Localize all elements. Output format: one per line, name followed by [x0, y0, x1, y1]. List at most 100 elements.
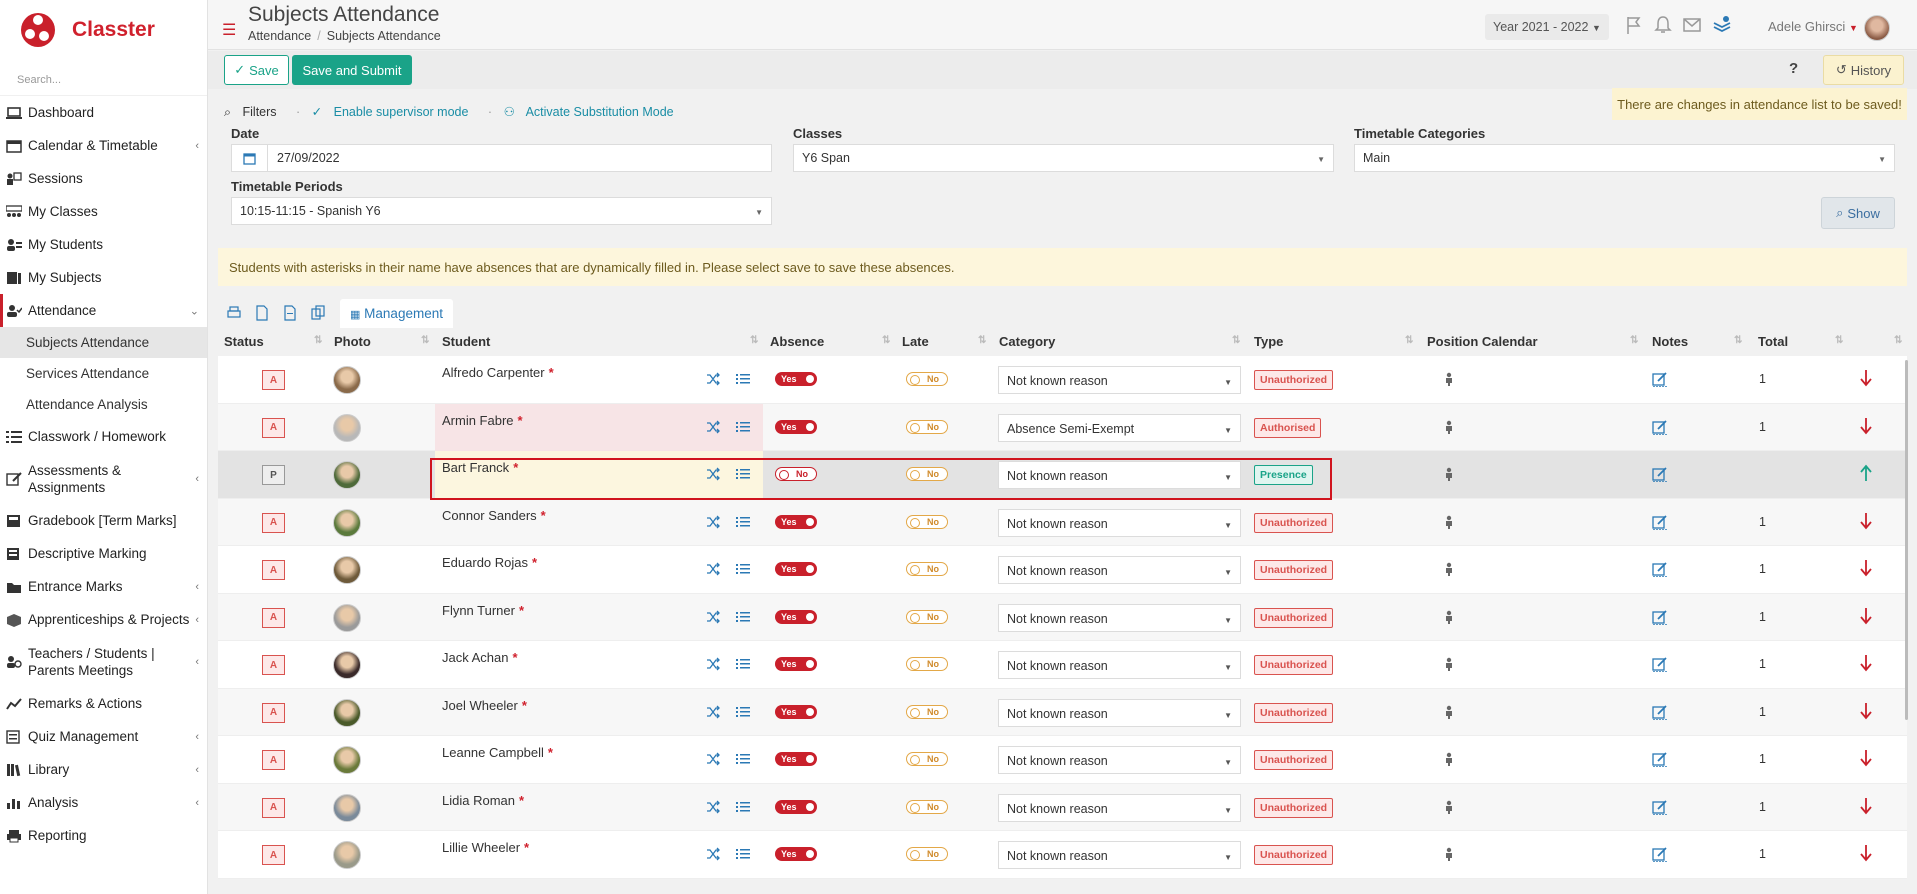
- status-badge[interactable]: A: [262, 560, 285, 580]
- sidebar-item-my-students[interactable]: My Students: [0, 228, 207, 261]
- edit-note-icon[interactable]: [1652, 466, 1668, 482]
- filters-toggle[interactable]: ⌕ Filters: [224, 105, 285, 119]
- list-icon[interactable]: [736, 610, 750, 624]
- shuffle-icon[interactable]: [706, 847, 720, 861]
- sidebar-item-quiz[interactable]: Quiz Management ‹: [0, 720, 207, 753]
- student-name[interactable]: Leanne Campbell: [442, 745, 544, 760]
- table-row[interactable]: A Flynn Turner * Yes No Not known reason ▼ Unau…: [218, 593, 1907, 641]
- edit-note-icon[interactable]: [1652, 561, 1668, 577]
- shuffle-icon[interactable]: [706, 610, 720, 624]
- show-button[interactable]: ⌕ Show: [1821, 197, 1895, 229]
- sidebar-item-sessions[interactable]: Sessions: [0, 162, 207, 195]
- category-select[interactable]: Not known reason ▼: [998, 366, 1241, 394]
- breadcrumb-attendance[interactable]: Attendance: [248, 29, 311, 43]
- col-position-calendar[interactable]: Position Calendar: [1427, 334, 1538, 349]
- status-badge[interactable]: P: [262, 465, 285, 485]
- late-toggle[interactable]: No: [906, 372, 948, 386]
- table-row[interactable]: A Connor Sanders * Yes No Not known reason ▼ Un…: [218, 498, 1907, 546]
- edit-note-icon[interactable]: [1652, 704, 1668, 720]
- print-icon[interactable]: [226, 305, 242, 321]
- arrow-down-icon[interactable]: [1859, 417, 1873, 435]
- category-select[interactable]: Not known reason ▼: [998, 556, 1241, 584]
- status-badge[interactable]: A: [262, 845, 285, 865]
- arrow-down-icon[interactable]: [1859, 607, 1873, 625]
- absence-toggle[interactable]: Yes: [775, 514, 817, 529]
- timetable-categories-select[interactable]: Main ▼: [1354, 144, 1895, 172]
- sidebar-item-attendance[interactable]: Attendance ⌄: [0, 294, 207, 327]
- category-select[interactable]: Absence Semi-Exempt ▼: [998, 413, 1241, 442]
- absence-toggle[interactable]: Yes: [775, 799, 817, 814]
- hamburger-menu-icon[interactable]: ☰: [222, 20, 236, 40]
- late-toggle[interactable]: No: [906, 514, 948, 529]
- col-total[interactable]: Total: [1758, 334, 1788, 349]
- table-row[interactable]: A Armin Fabre * Yes No Absence Semi-Exempt ▼ Au…: [218, 403, 1907, 451]
- student-name[interactable]: Joel Wheeler: [442, 698, 518, 713]
- sidebar-item-entrance-marks[interactable]: Entrance Marks ‹: [0, 570, 207, 603]
- category-select[interactable]: Not known reason ▼: [998, 793, 1241, 822]
- help-icon[interactable]: ?: [1789, 60, 1798, 77]
- edit-note-icon[interactable]: [1652, 371, 1668, 387]
- list-icon[interactable]: [736, 705, 750, 719]
- copy-icon[interactable]: [310, 305, 326, 321]
- late-toggle[interactable]: No: [906, 847, 948, 861]
- sidebar-item-my-classes[interactable]: My Classes: [0, 195, 207, 228]
- absence-toggle[interactable]: Yes: [775, 704, 817, 719]
- col-student[interactable]: Student: [442, 334, 490, 349]
- list-icon[interactable]: [736, 847, 750, 861]
- table-row[interactable]: A Jack Achan * Yes No Not known reason ▼ Unauth…: [218, 641, 1907, 689]
- bell-icon[interactable]: [1653, 15, 1673, 35]
- student-name[interactable]: Flynn Turner: [442, 603, 515, 618]
- sidebar-search-input[interactable]: Search...: [0, 60, 207, 96]
- arrow-down-icon[interactable]: [1859, 844, 1873, 862]
- flag-icon[interactable]: [1624, 15, 1644, 35]
- arrow-down-icon[interactable]: [1859, 702, 1873, 720]
- classes-select[interactable]: Y6 Span ▼: [793, 144, 1334, 172]
- sort-icon[interactable]: ⇅: [1232, 335, 1241, 346]
- person-icon[interactable]: [1443, 752, 1455, 766]
- shuffle-icon[interactable]: [706, 372, 720, 386]
- absence-toggle[interactable]: Yes: [775, 419, 817, 434]
- sort-icon[interactable]: ⇅: [1405, 335, 1414, 346]
- student-name[interactable]: Alfredo Carpenter: [442, 365, 545, 380]
- sidebar-sub-subjects-attendance[interactable]: Subjects Attendance: [0, 327, 207, 358]
- list-icon[interactable]: [736, 752, 750, 766]
- sort-icon[interactable]: ⇅: [978, 335, 987, 346]
- status-badge[interactable]: A: [262, 797, 285, 818]
- sidebar-item-apprenticeships[interactable]: Apprenticeships & Projects ‹: [0, 603, 207, 636]
- activate-substitution-mode-link[interactable]: ⚇ Activate Substitution Mode: [504, 105, 682, 119]
- arrow-down-icon[interactable]: [1859, 559, 1873, 577]
- sort-icon[interactable]: ⇅: [421, 335, 430, 346]
- table-row[interactable]: A Alfredo Carpenter * Yes No Not known reason…: [218, 356, 1907, 404]
- late-toggle[interactable]: No: [906, 704, 948, 719]
- edit-note-icon[interactable]: [1652, 656, 1668, 672]
- table-row[interactable]: A Eduardo Rojas * Yes No Not known reason ▼ Una…: [218, 546, 1907, 594]
- person-icon[interactable]: [1443, 705, 1455, 719]
- sidebar-item-calendar[interactable]: Calendar & Timetable ‹: [0, 129, 207, 162]
- late-toggle[interactable]: No: [906, 562, 948, 576]
- user-avatar[interactable]: [1864, 15, 1890, 41]
- edit-note-icon[interactable]: [1652, 609, 1668, 625]
- arrow-down-icon[interactable]: [1859, 749, 1873, 767]
- person-icon[interactable]: [1443, 800, 1455, 814]
- table-row[interactable]: A Joel Wheeler * Yes No Not known reason ▼ Unau…: [218, 688, 1907, 736]
- status-badge[interactable]: A: [262, 655, 285, 675]
- sort-icon[interactable]: ⇅: [314, 335, 323, 346]
- sidebar-sub-services-attendance[interactable]: Services Attendance: [0, 358, 207, 389]
- edit-note-icon[interactable]: [1652, 419, 1668, 435]
- list-icon[interactable]: [736, 515, 750, 529]
- user-menu[interactable]: Adele Ghirsci ▼: [1768, 19, 1858, 34]
- sort-icon[interactable]: ⇅: [1835, 335, 1844, 346]
- arrow-up-icon[interactable]: [1859, 464, 1873, 482]
- sort-icon[interactable]: ⇅: [1894, 335, 1903, 346]
- sort-icon[interactable]: ⇅: [1630, 335, 1639, 346]
- person-icon[interactable]: [1443, 515, 1455, 529]
- sidebar-item-dashboard[interactable]: Dashboard: [0, 96, 207, 129]
- student-name[interactable]: Lidia Roman: [442, 793, 515, 808]
- scrollbar[interactable]: [1905, 360, 1908, 720]
- sort-icon[interactable]: ⇅: [750, 335, 759, 346]
- arrow-down-icon[interactable]: [1859, 797, 1873, 815]
- sidebar-item-reporting[interactable]: Reporting: [0, 819, 207, 852]
- sidebar-item-descriptive-marking[interactable]: Descriptive Marking: [0, 537, 207, 570]
- col-photo[interactable]: Photo: [334, 334, 371, 349]
- sidebar-item-meetings[interactable]: Teachers / Students | Parents Meetings ‹: [0, 636, 207, 687]
